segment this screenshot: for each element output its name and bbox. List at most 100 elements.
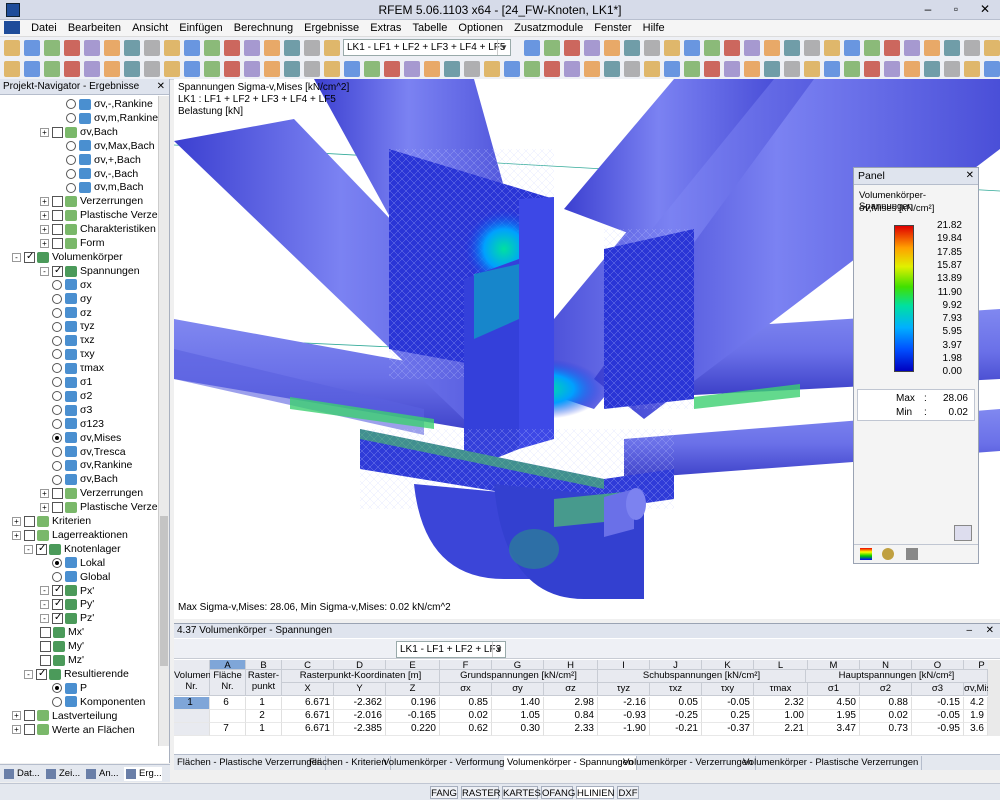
navigator-node[interactable]: + Charakteristiken der is <box>40 222 158 236</box>
toolbar-tool-icon[interactable] <box>284 61 300 77</box>
toolbar-tool-icon[interactable] <box>64 40 80 56</box>
toolbar-tool-icon[interactable] <box>384 61 400 77</box>
toolbar-tool-icon[interactable] <box>364 61 380 77</box>
toolbar-tool-icon[interactable] <box>104 40 120 56</box>
navigator-node[interactable]: + Form <box>40 236 105 250</box>
menu-hilfe[interactable]: Hilfe <box>639 20 669 34</box>
radio-button[interactable] <box>52 363 62 374</box>
radio-button[interactable] <box>66 113 76 124</box>
status-kartes[interactable]: KARTES <box>502 786 541 799</box>
table-tab[interactable]: Volumenkörper - Verformungen <box>380 756 520 770</box>
navigator-node[interactable]: τmax <box>52 361 104 375</box>
collapse-icon[interactable]: - <box>40 586 49 596</box>
navigator-node[interactable]: σy <box>52 292 92 306</box>
navigator-node[interactable]: σv,Bach <box>52 472 118 486</box>
toolbar-tool-icon[interactable] <box>684 61 700 77</box>
navigator-node[interactable]: P <box>52 681 87 695</box>
radio-button[interactable] <box>52 377 62 388</box>
toolbar-tool-icon[interactable] <box>304 61 320 77</box>
status-fang[interactable]: FANG <box>430 786 458 799</box>
menu-fenster[interactable]: Fenster <box>590 20 635 34</box>
radio-button[interactable] <box>66 99 76 110</box>
toolbar-tool-icon[interactable] <box>584 40 600 56</box>
toolbar-tool-icon[interactable] <box>944 61 960 77</box>
toolbar-tool-icon[interactable] <box>684 40 700 56</box>
toolbar-tool-icon[interactable] <box>844 40 860 56</box>
toolbar-tool-icon[interactable] <box>184 40 200 56</box>
navigator-node[interactable]: + Kriterien <box>12 514 91 528</box>
checkbox[interactable] <box>52 597 63 611</box>
toolbar-tool-icon[interactable] <box>624 40 640 56</box>
table-minimize-icon[interactable]: – <box>966 625 972 636</box>
toolbar-tool-icon[interactable] <box>964 40 980 56</box>
toolbar-tool-icon[interactable] <box>84 61 100 77</box>
toolbar-tool-icon[interactable] <box>784 40 800 56</box>
navigator-node[interactable]: σ1 <box>52 375 92 389</box>
toolbar-tool-icon[interactable] <box>24 61 40 77</box>
toolbar-tool-icon[interactable] <box>884 40 900 56</box>
toolbar-tool-icon[interactable] <box>64 61 80 77</box>
checkbox[interactable] <box>52 237 63 249</box>
menu-ergebnisse[interactable]: Ergebnisse <box>300 20 363 34</box>
navigator-node[interactable]: σv,Mises <box>52 431 121 445</box>
checkbox[interactable] <box>24 515 35 527</box>
toolbar-tool-icon[interactable] <box>144 61 160 77</box>
status-dxf[interactable]: DXF <box>617 786 639 799</box>
navigator-node[interactable]: σv,m,Bach <box>66 180 143 194</box>
toolbar-tool-icon[interactable] <box>724 40 740 56</box>
checkbox[interactable] <box>52 223 63 235</box>
toolbar-tool-icon[interactable] <box>764 40 780 56</box>
toolbar-tool-icon[interactable] <box>244 40 260 56</box>
toolbar-tool-icon[interactable] <box>44 40 60 56</box>
toolbar-tool-icon[interactable] <box>24 40 40 56</box>
maximize-icon[interactable]: ▫ <box>942 0 970 20</box>
navigator-node[interactable]: σv,Max,Bach <box>66 139 155 153</box>
navigator-node[interactable]: + Verzerrungen <box>40 194 143 208</box>
toolbar-tool-icon[interactable] <box>184 61 200 77</box>
navigator-node[interactable]: σv,+,Bach <box>66 153 141 167</box>
toolbar-tool-icon[interactable] <box>604 40 620 56</box>
toolbar-tool-icon[interactable] <box>44 61 60 77</box>
loadcase-select[interactable]: LK1 - LF1 + LF2 + LF3 + LF4 + LF5 ▼ <box>343 39 511 56</box>
toolbar-tool-icon[interactable] <box>544 40 560 56</box>
toolbar-tool-icon[interactable] <box>4 40 20 56</box>
navigator-node[interactable]: - Py' <box>40 597 94 611</box>
toolbar-tool-icon[interactable] <box>904 61 920 77</box>
filter-icon[interactable] <box>906 548 918 560</box>
checkbox[interactable] <box>52 209 63 221</box>
navigator-node[interactable]: Global <box>52 570 110 584</box>
balance-icon[interactable] <box>882 548 894 560</box>
toolbar-tool-icon[interactable] <box>864 40 880 56</box>
navigator-node[interactable]: σv,-,Rankine <box>66 97 153 111</box>
expand-icon[interactable]: + <box>12 530 21 540</box>
toolbar-tool-icon[interactable] <box>904 40 920 56</box>
radio-button[interactable] <box>52 307 62 318</box>
checkbox[interactable] <box>24 250 35 264</box>
toolbar-tool-icon[interactable] <box>224 61 240 77</box>
checkbox[interactable] <box>52 501 63 513</box>
menu-tabelle[interactable]: Tabelle <box>408 20 451 34</box>
checkbox[interactable] <box>52 487 63 499</box>
radio-button[interactable] <box>52 683 62 694</box>
toolbar-tool-icon[interactable] <box>664 61 680 77</box>
toolbar-tool-icon[interactable] <box>304 40 320 56</box>
toolbar-tool-icon[interactable] <box>784 61 800 77</box>
toolbar-tool-icon[interactable] <box>324 61 340 77</box>
navigator-node[interactable]: My' <box>40 639 84 653</box>
checkbox[interactable] <box>52 611 63 625</box>
status-raster[interactable]: RASTER <box>461 786 501 799</box>
toolbar-tool-icon[interactable] <box>464 61 480 77</box>
checkbox[interactable] <box>24 529 35 541</box>
menu-zusatzmodule[interactable]: Zusatzmodule <box>510 20 587 34</box>
radio-button[interactable] <box>66 140 76 151</box>
toolbar-tool-icon[interactable] <box>804 61 820 77</box>
toolbar-tool-icon[interactable] <box>844 61 860 77</box>
toolbar-tool-icon[interactable] <box>804 40 820 56</box>
toolbar-tool-icon[interactable] <box>864 61 880 77</box>
table-tab[interactable]: Flächen - Kriterien <box>306 756 391 770</box>
navigator-node[interactable]: Komponenten <box>52 695 145 709</box>
menu-ansicht[interactable]: Ansicht <box>128 20 172 34</box>
navigator-node[interactable]: σ2 <box>52 389 92 403</box>
toolbar-tool-icon[interactable] <box>264 40 280 56</box>
navigator-node[interactable]: + σv,Bach <box>40 125 118 139</box>
